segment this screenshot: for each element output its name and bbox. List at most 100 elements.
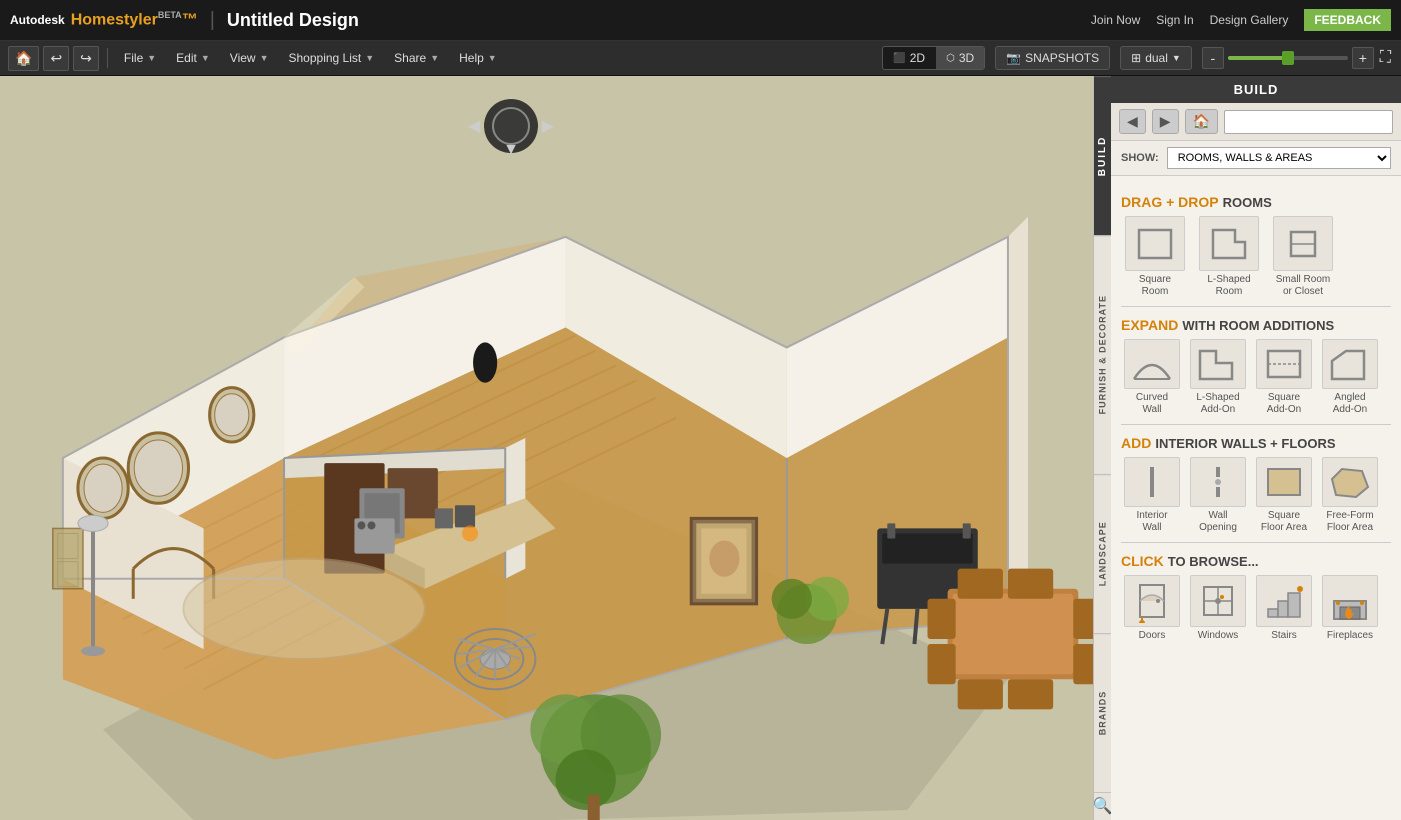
zoom-slider[interactable] xyxy=(1228,56,1348,60)
dual-button[interactable]: ⊞ dual ▼ xyxy=(1120,46,1192,70)
tab-furnish-decorate[interactable]: FURNISH & DECORATE xyxy=(1094,235,1111,473)
square-room-label: SquareRoom xyxy=(1139,274,1171,298)
share-menu-button[interactable]: Share▼ xyxy=(386,48,447,68)
square-addon-item[interactable]: SquareAdd-On xyxy=(1253,339,1315,416)
panel-home-button[interactable]: 🏠 xyxy=(1185,109,1218,134)
toolbar: 🏠 ↩ ↪ File▼ Edit▼ View▼ Shopping List▼ S… xyxy=(0,41,1401,76)
small-room-label: Small Roomor Closet xyxy=(1276,274,1330,298)
l-shaped-room-item[interactable]: L-ShapedRoom xyxy=(1195,216,1263,298)
snapshots-button[interactable]: 📷 SNAPSHOTS xyxy=(995,46,1110,70)
fireplaces-item[interactable]: Fireplaces xyxy=(1319,575,1381,642)
panel-nav: ◀ ▶ 🏠 🔍 xyxy=(1111,103,1401,141)
browse-header: CLICK TO BROWSE... xyxy=(1121,553,1391,569)
interior-wall-label: InteriorWall xyxy=(1136,510,1167,534)
browse-grid: Doors Windows xyxy=(1121,575,1391,642)
view-mode-group: ⬛ 2D ⬡ 3D xyxy=(882,46,985,70)
interior-wall-item[interactable]: InteriorWall xyxy=(1121,457,1183,534)
panel-search: 🔍 xyxy=(1224,110,1393,134)
fireplaces-label: Fireplaces xyxy=(1327,630,1373,642)
square-floor-icon-box xyxy=(1256,457,1312,507)
wall-opening-label: WallOpening xyxy=(1199,510,1237,534)
square-floor-item[interactable]: SquareFloor Area xyxy=(1253,457,1315,534)
small-room-icon-box xyxy=(1273,216,1333,271)
curved-wall-item[interactable]: CurvedWall xyxy=(1121,339,1183,416)
curved-wall-icon-box xyxy=(1124,339,1180,389)
interior-title-dark: INTERIOR WALLS + FLOORS xyxy=(1155,436,1335,451)
square-addon-icon-box xyxy=(1256,339,1312,389)
freeform-floor-icon-box xyxy=(1322,457,1378,507)
l-shaped-room-label: L-ShapedRoom xyxy=(1207,274,1250,298)
brand-homestyler: HomestylerBETA™ xyxy=(71,10,198,29)
zoom-in-button[interactable]: + xyxy=(1352,47,1374,69)
curved-wall-label: CurvedWall xyxy=(1136,392,1168,416)
page-title: Untitled Design xyxy=(227,10,359,31)
main-content: ▲ ◀ ▶ ▼ xyxy=(0,76,1401,820)
windows-item[interactable]: Windows xyxy=(1187,575,1249,642)
doors-item[interactable]: Doors xyxy=(1121,575,1183,642)
zoom-controls: - + ⛶ xyxy=(1202,47,1393,69)
top-nav-links: Join Now Sign In Design Gallery FEEDBACK xyxy=(1091,9,1391,31)
freeform-floor-label: Free-FormFloor Area xyxy=(1326,510,1373,534)
help-menu-button[interactable]: Help▼ xyxy=(451,48,505,68)
canvas-area[interactable]: ▲ ◀ ▶ ▼ xyxy=(0,76,1111,820)
tab-brands[interactable]: BRANDS xyxy=(1094,633,1111,792)
square-room-item[interactable]: SquareRoom xyxy=(1121,216,1189,298)
angled-addon-item[interactable]: AngledAdd-On xyxy=(1319,339,1381,416)
drag-drop-rooms-grid: SquareRoom L-ShapedRoom xyxy=(1121,216,1391,298)
wall-opening-item[interactable]: WallOpening xyxy=(1187,457,1249,534)
panel-back-button[interactable]: ◀ xyxy=(1119,109,1146,134)
windows-label: Windows xyxy=(1198,630,1239,642)
mode-3d-button[interactable]: ⬡ 3D xyxy=(936,47,984,69)
nav-down-arrow[interactable]: ▼ xyxy=(503,141,519,159)
toolbar-separator xyxy=(107,48,108,68)
tab-build[interactable]: BUILD xyxy=(1094,76,1111,235)
stairs-item[interactable]: Stairs xyxy=(1253,575,1315,642)
stairs-label: Stairs xyxy=(1271,630,1297,642)
zoom-out-button[interactable]: - xyxy=(1202,47,1224,69)
panel-divider-3 xyxy=(1121,542,1391,543)
design-gallery-link[interactable]: Design Gallery xyxy=(1210,13,1289,27)
nav-circle-inner xyxy=(492,107,530,145)
topbar: Autodesk HomestylerBETA™ | Untitled Desi… xyxy=(0,0,1401,41)
panel-search-input[interactable] xyxy=(1225,112,1392,132)
interior-wall-icon-box xyxy=(1124,457,1180,507)
expand-title-orange: EXPAND xyxy=(1121,317,1178,333)
tab-magnify[interactable]: 🔍 xyxy=(1094,792,1111,820)
nav-right-arrow[interactable]: ▶ xyxy=(542,116,554,136)
sign-in-link[interactable]: Sign In xyxy=(1156,13,1193,27)
show-row: SHOW: ROOMS, WALLS & AREAS ALL ELEMENTS … xyxy=(1111,141,1401,176)
doors-icon-box xyxy=(1124,575,1180,627)
view-menu-button[interactable]: View▼ xyxy=(222,48,277,68)
fullscreen-button[interactable]: ⛶ xyxy=(1378,47,1393,69)
small-room-item[interactable]: Small Roomor Closet xyxy=(1269,216,1337,298)
mode-2d-button[interactable]: ⬛ 2D xyxy=(883,47,935,69)
nav-control[interactable]: ▲ ◀ ▶ ▼ xyxy=(466,91,556,161)
join-now-link[interactable]: Join Now xyxy=(1091,13,1140,27)
home-button[interactable]: 🏠 xyxy=(8,46,39,71)
shopping-list-menu-button[interactable]: Shopping List▼ xyxy=(281,48,383,68)
square-floor-label: SquareFloor Area xyxy=(1261,510,1307,534)
brand-autodesk: Autodesk xyxy=(10,13,65,27)
square-room-icon-box xyxy=(1125,216,1185,271)
logo: Autodesk HomestylerBETA™ xyxy=(10,10,198,29)
angled-addon-label: AngledAdd-On xyxy=(1333,392,1367,416)
panel-search-button[interactable]: 🔍 xyxy=(1392,111,1393,133)
expand-additions-grid: CurvedWall L-ShapedAdd-On xyxy=(1121,339,1391,416)
nav-left-arrow[interactable]: ◀ xyxy=(468,116,480,136)
show-select[interactable]: ROOMS, WALLS & AREAS ALL ELEMENTS FLOORS… xyxy=(1167,147,1391,169)
feedback-button[interactable]: FEEDBACK xyxy=(1304,9,1391,31)
l-shaped-addon-icon-box xyxy=(1190,339,1246,389)
floorplan-svg xyxy=(0,76,1111,820)
redo-button[interactable]: ↪ xyxy=(73,46,99,71)
panel-forward-button[interactable]: ▶ xyxy=(1152,109,1179,134)
show-label: SHOW: xyxy=(1121,152,1159,164)
edit-menu-button[interactable]: Edit▼ xyxy=(168,48,218,68)
file-menu-button[interactable]: File▼ xyxy=(116,48,164,68)
tab-landscape[interactable]: LANDSCAPE xyxy=(1094,474,1111,633)
undo-button[interactable]: ↩ xyxy=(43,46,69,71)
l-shaped-addon-item[interactable]: L-ShapedAdd-On xyxy=(1187,339,1249,416)
panel-divider-1 xyxy=(1121,306,1391,307)
freeform-floor-item[interactable]: Free-FormFloor Area xyxy=(1319,457,1381,534)
fireplaces-icon-box xyxy=(1322,575,1378,627)
drag-drop-title-dark: ROOMS xyxy=(1223,195,1272,210)
